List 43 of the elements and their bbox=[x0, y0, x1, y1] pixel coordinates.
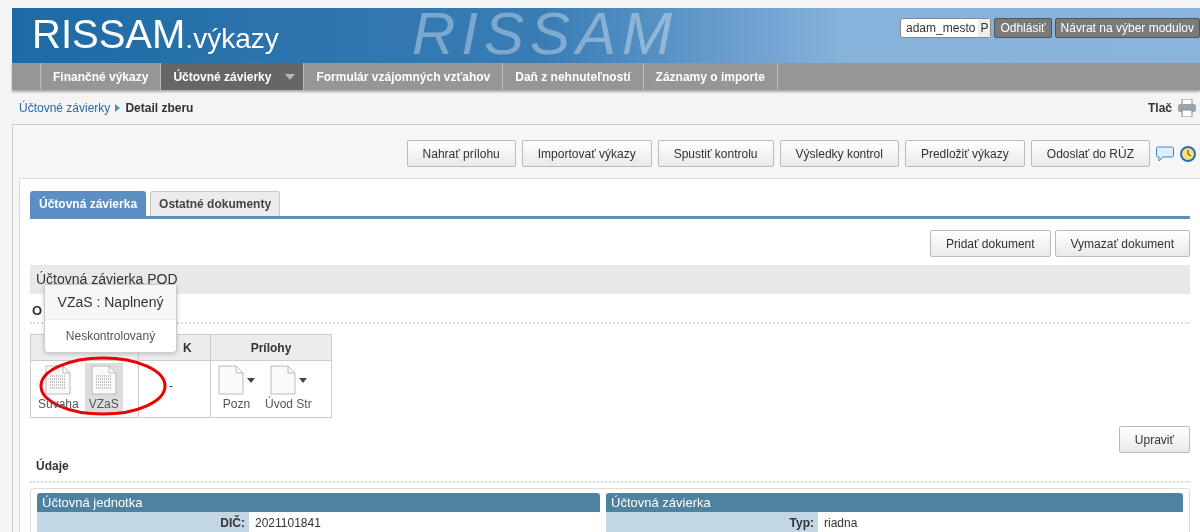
field-label: DIČ: bbox=[37, 512, 249, 532]
document-item[interactable]: Pozn bbox=[214, 363, 259, 413]
column-header: Prílohy bbox=[210, 334, 332, 361]
field-label: Typ: bbox=[606, 512, 818, 532]
document-icon bbox=[218, 365, 244, 395]
breadcrumb-link[interactable]: Účtovné závierky bbox=[19, 100, 111, 115]
toolbar-button[interactable]: Predložiť výkazy bbox=[904, 140, 1025, 167]
toolbar-button[interactable]: Nahrať prílohu bbox=[406, 140, 516, 167]
panel-header: Účtovná závierka bbox=[606, 493, 1183, 512]
field-value: 2021101841 bbox=[254, 515, 322, 532]
table-cell: - bbox=[169, 379, 173, 393]
toolbar-button[interactable]: Výsledky kontrol bbox=[779, 140, 899, 167]
document-icon bbox=[90, 365, 117, 395]
document-item[interactable]: VZaS bbox=[84, 363, 123, 413]
toolbar-button[interactable]: Importovať výkazy bbox=[521, 140, 652, 167]
edit-button[interactable]: Upraviť bbox=[1118, 426, 1190, 453]
section-title: Údaje bbox=[36, 459, 69, 473]
toolbar-button[interactable]: Spustiť kontrolu bbox=[657, 140, 774, 167]
panel-header: Účtovná jednotka bbox=[37, 493, 600, 512]
user-field[interactable]: adam_mesto P bbox=[900, 18, 992, 38]
document-button[interactable]: Pridať dokument bbox=[930, 230, 1051, 257]
header-button[interactable]: Odhlásiť bbox=[994, 18, 1052, 38]
chevron-icon bbox=[115, 103, 121, 112]
field-value: riadna bbox=[823, 515, 859, 532]
printer-icon[interactable] bbox=[1177, 98, 1197, 117]
subsection-title: O bbox=[32, 303, 43, 318]
clock-icon[interactable] bbox=[1180, 145, 1196, 162]
print-label[interactable]: Tlač bbox=[1148, 100, 1172, 115]
logo-text: RISSAM bbox=[32, 12, 186, 56]
document-button[interactable]: Vymazať dokument bbox=[1054, 230, 1190, 257]
document-icon bbox=[269, 365, 296, 395]
breadcrumb-current: Detail zberu bbox=[125, 100, 194, 115]
speech-bubble-icon[interactable] bbox=[1156, 145, 1174, 162]
document-item[interactable]: Úvod Str bbox=[261, 363, 316, 413]
header-button[interactable]: Návrat na výber modulov bbox=[1054, 18, 1200, 38]
logo-watermark: RISSAM bbox=[412, 8, 679, 63]
logo-subtext: .výkazy bbox=[185, 23, 279, 54]
section-header: Účtovná závierka POD bbox=[30, 265, 1190, 294]
tab[interactable]: Ostatné dokumenty bbox=[150, 191, 281, 216]
status-tooltip: VZaS : Naplnený Neskontrolovaný bbox=[44, 284, 177, 353]
document-icon bbox=[45, 365, 72, 395]
toolbar-button[interactable]: Odoslať do RÚZ bbox=[1030, 140, 1150, 167]
nav-tab[interactable]: Účtovné závierky bbox=[160, 63, 304, 90]
